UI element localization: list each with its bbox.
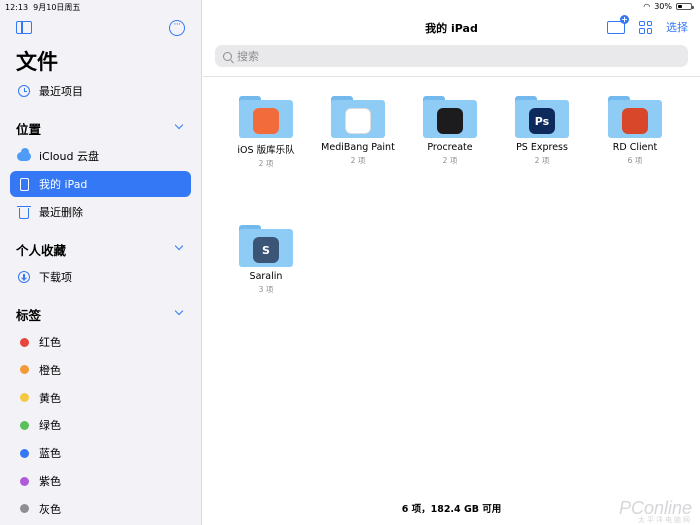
folder-item[interactable]: Ps PS Express 2 项	[496, 96, 588, 166]
folder-item-count: 2 项	[442, 156, 458, 165]
folder-item-count: 3 项	[258, 285, 274, 294]
rd-client-icon	[622, 108, 648, 134]
sidebar-item-tag[interactable]: 红色	[10, 329, 191, 355]
folder-name: PS Express	[516, 142, 568, 153]
sidebar-item-tag[interactable]: 橙色	[10, 357, 191, 383]
nav-toolbar: 选择	[607, 14, 688, 35]
tag-color-dot	[19, 337, 29, 347]
sidebar-item-downloads[interactable]: 下载项	[10, 264, 191, 290]
sidebar-item-label: 紫色	[39, 475, 61, 488]
folder-icon	[331, 96, 385, 138]
sidebar-item-recently-deleted[interactable]: 最近删除	[10, 199, 191, 225]
search-placeholder: 搜索	[237, 50, 259, 63]
sidebar-item-label: 灰色	[39, 502, 61, 516]
status-time: 12:13 9月10日周五	[5, 3, 81, 12]
download-icon	[18, 271, 30, 283]
folder-item[interactable]: Procreate 2 项	[404, 96, 496, 166]
sidebar-item-icloud[interactable]: iCloud 云盘	[10, 143, 191, 169]
search-icon	[223, 51, 232, 61]
folder-name: RD Client	[612, 142, 658, 153]
section-header-favorites[interactable]: 个人收藏	[16, 240, 186, 260]
sidebar-item-tag[interactable]: 绿色	[10, 412, 191, 438]
tag-color-dot	[19, 476, 29, 486]
more-options-icon[interactable]: ···	[169, 20, 185, 36]
search-input[interactable]: 搜索	[215, 45, 688, 67]
tag-color-dot	[19, 448, 29, 458]
folder-item[interactable]: iOS 版库乐队 2 项	[220, 96, 312, 169]
folder-name: iOS 版库乐队	[237, 145, 295, 156]
sidebar-item-label: 红色	[39, 336, 61, 349]
sidebar-item-label: 我的 iPad	[39, 178, 88, 191]
ps-express-icon: Ps	[529, 108, 555, 134]
sidebar-item-tag[interactable]: 灰色	[10, 496, 191, 522]
sidebar-toolbar: ···	[16, 20, 185, 38]
folder-item-count: 2 项	[350, 156, 366, 165]
sidebar-item-label: 橙色	[39, 363, 61, 377]
tag-color-dot	[19, 504, 29, 514]
section-title: 个人收藏	[16, 243, 67, 258]
section-header-tags[interactable]: 标签	[16, 305, 186, 325]
grid-view-icon[interactable]	[639, 20, 652, 34]
sidebar-item-tag[interactable]: 紫色	[10, 468, 191, 494]
divider	[203, 76, 700, 77]
folder-item-count: 2 项	[534, 156, 550, 165]
garageband-icon	[253, 108, 279, 134]
clock-icon	[18, 85, 30, 97]
sidebar-item-recents[interactable]: 最近项目	[10, 78, 191, 104]
battery-percent: 30%	[654, 2, 672, 11]
trash-icon	[17, 205, 31, 219]
sidebar-item-tag[interactable]: 蓝色	[10, 440, 191, 466]
sidebar-toggle-icon[interactable]	[16, 21, 32, 34]
folder-icon: S	[239, 225, 293, 267]
sidebar-item-label: 最近项目	[39, 85, 83, 98]
status-bar: 12:13 9月10日周五 ◠ 30%	[0, 0, 700, 13]
folder-name: Procreate	[427, 142, 473, 153]
folder-item[interactable]: MediBang Paint 2 项	[312, 96, 404, 166]
sidebar-item-label: 黄色	[39, 391, 61, 405]
chevron-down-icon[interactable]	[174, 306, 184, 316]
sidebar-item-label: iCloud 云盘	[39, 150, 99, 163]
saralin-icon: S	[253, 237, 279, 263]
sidebar-item-label: 最近删除	[39, 206, 83, 219]
main-content: 我的 iPad 选择 搜索 iOS 版库乐队2 项MediBang Paint2…	[203, 0, 700, 525]
watermark-sub: 太平洋电脑网	[638, 516, 692, 524]
tag-color-dot	[19, 420, 29, 430]
folder-item-count: 6 项	[627, 156, 643, 165]
sidebar: ··· 文件 最近项目 位置 iCloud 云盘 我的 iPad 最近删除 个人…	[0, 0, 202, 525]
sidebar-item-tag[interactable]: 黄色	[10, 385, 191, 411]
section-header-locations[interactable]: 位置	[16, 119, 186, 139]
medibang-icon	[345, 108, 371, 134]
tag-color-dot	[19, 365, 29, 375]
section-title: 位置	[16, 122, 42, 137]
sidebar-item-label: 下载项	[39, 271, 72, 284]
sidebar-item-label: 蓝色	[39, 447, 61, 461]
folder-item-count: 2 项	[258, 159, 274, 168]
folder-item[interactable]: S Saralin 3 项	[220, 225, 312, 295]
status-date: 9月10日周五	[33, 3, 81, 12]
chevron-down-icon[interactable]	[174, 241, 184, 251]
folder-name: MediBang Paint	[321, 142, 395, 153]
status-right: ◠ 30%	[643, 2, 694, 11]
folder-name: Saralin	[249, 271, 283, 282]
sidebar-item-label: 绿色	[39, 419, 61, 433]
select-button[interactable]: 选择	[666, 19, 688, 35]
procreate-icon	[437, 108, 463, 134]
folder-item[interactable]: RD Client 6 项	[589, 96, 681, 166]
folder-icon: Ps	[515, 96, 569, 138]
chevron-down-icon[interactable]	[174, 120, 184, 130]
battery-icon	[676, 3, 694, 10]
ipad-icon	[19, 177, 29, 191]
sidebar-item-my-ipad[interactable]: 我的 iPad	[10, 171, 191, 197]
wifi-icon: ◠	[643, 2, 651, 11]
folder-icon	[423, 96, 477, 138]
new-folder-icon[interactable]	[607, 14, 629, 34]
cloud-icon	[17, 147, 31, 161]
sidebar-title: 文件	[16, 50, 58, 74]
section-title: 标签	[16, 308, 42, 323]
folder-icon	[608, 96, 662, 138]
folder-icon	[239, 96, 293, 138]
tag-color-dot	[19, 393, 29, 403]
